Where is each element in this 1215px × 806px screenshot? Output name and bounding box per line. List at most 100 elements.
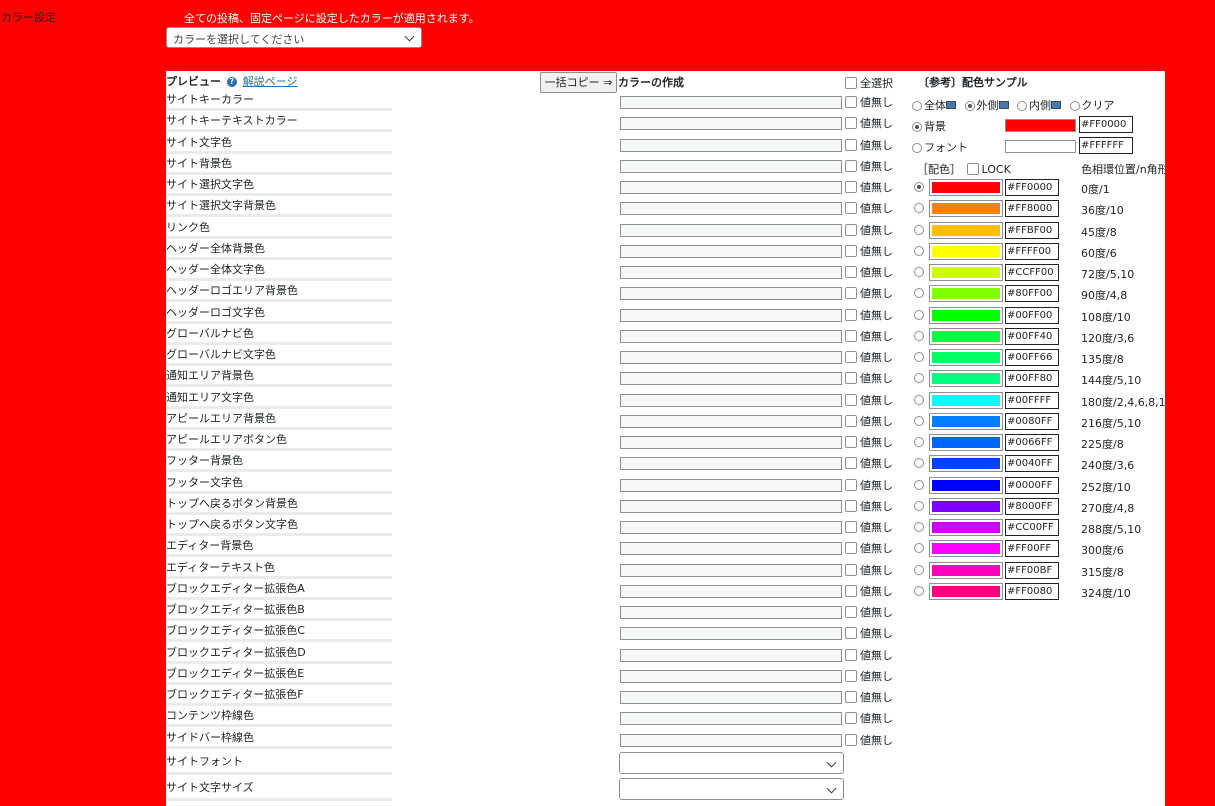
- palette-color-swatch[interactable]: [929, 264, 1003, 281]
- no-value-checkbox[interactable]: 値無し: [845, 414, 893, 428]
- palette-hex-input[interactable]: #FF0080: [1005, 582, 1059, 600]
- palette-color-swatch[interactable]: [929, 391, 1003, 409]
- palette-radio[interactable]: [914, 330, 924, 341]
- lock-checkbox[interactable]: LOCK: [966, 163, 1011, 176]
- background-hex-input[interactable]: #FF0000: [1079, 116, 1133, 133]
- palette-hex-input[interactable]: #0000FF: [1005, 476, 1059, 494]
- palette-radio[interactable]: [914, 585, 924, 596]
- no-value-checkbox[interactable]: 値無し: [845, 457, 893, 470]
- color-input[interactable]: [620, 329, 842, 343]
- palette-radio[interactable]: [914, 394, 924, 405]
- palette-hex-input[interactable]: #0080FF: [1005, 412, 1059, 430]
- no-value-checkbox[interactable]: 値無し: [845, 351, 893, 364]
- scope-inner-radio[interactable]: 内側: [1017, 99, 1063, 112]
- color-input[interactable]: [620, 648, 842, 662]
- color-input[interactable]: [620, 96, 842, 109]
- color-input[interactable]: [620, 691, 842, 704]
- palette-color-swatch[interactable]: [929, 179, 1003, 196]
- color-input[interactable]: [620, 244, 842, 258]
- palette-radio[interactable]: [914, 437, 924, 447]
- color-input[interactable]: [620, 181, 842, 194]
- palette-color-swatch[interactable]: [929, 285, 1003, 303]
- palette-color-swatch[interactable]: [929, 434, 1003, 451]
- color-input[interactable]: [620, 287, 842, 301]
- palette-radio[interactable]: [914, 352, 924, 362]
- palette-radio[interactable]: [914, 543, 924, 554]
- bulk-copy-button[interactable]: 一括コピー ⇒: [540, 72, 617, 93]
- palette-hex-input[interactable]: #00FF80: [1005, 370, 1059, 388]
- no-value-checkbox[interactable]: 値無し: [845, 691, 893, 704]
- palette-hex-input[interactable]: #CC00FF: [1005, 519, 1059, 536]
- color-input[interactable]: [620, 499, 842, 513]
- no-value-checkbox[interactable]: 値無し: [845, 244, 893, 258]
- palette-radio[interactable]: [914, 267, 924, 277]
- color-input[interactable]: [620, 584, 842, 598]
- palette-hex-input[interactable]: #00FF40: [1005, 327, 1059, 345]
- no-value-checkbox[interactable]: 値無し: [845, 584, 893, 598]
- palette-color-swatch[interactable]: [929, 476, 1003, 494]
- color-input[interactable]: [620, 372, 842, 386]
- palette-radio[interactable]: [914, 309, 924, 320]
- no-value-checkbox[interactable]: 値無し: [845, 627, 893, 640]
- scope-clear-radio[interactable]: クリア: [1069, 99, 1115, 112]
- color-input[interactable]: [620, 606, 842, 619]
- no-value-checkbox[interactable]: 値無し: [845, 499, 893, 513]
- palette-hex-input[interactable]: #0040FF: [1005, 455, 1059, 473]
- palette-color-swatch[interactable]: [929, 327, 1003, 345]
- scope-all-radio[interactable]: 全体: [912, 99, 958, 112]
- font-radio[interactable]: フォント: [912, 139, 968, 155]
- select-all-checkbox[interactable]: 全選択: [845, 75, 893, 91]
- no-value-checkbox[interactable]: 値無し: [845, 478, 893, 492]
- palette-radio[interactable]: [914, 224, 924, 235]
- no-value-checkbox[interactable]: 値無し: [845, 266, 893, 279]
- scope-outer-radio[interactable]: 外側: [964, 99, 1011, 112]
- color-input[interactable]: [620, 627, 842, 641]
- color-input[interactable]: [620, 521, 842, 534]
- color-input[interactable]: [620, 457, 842, 471]
- no-value-checkbox[interactable]: 値無し: [845, 329, 893, 343]
- no-value-checkbox[interactable]: 値無し: [845, 202, 893, 215]
- background-color-swatch[interactable]: [1005, 119, 1076, 132]
- palette-hex-input[interactable]: #00FF00: [1005, 306, 1059, 324]
- palette-radio[interactable]: [914, 245, 924, 256]
- palette-color-swatch[interactable]: [929, 412, 1003, 430]
- site-font-select[interactable]: [619, 752, 844, 774]
- color-input[interactable]: [620, 223, 842, 237]
- palette-radio[interactable]: [914, 373, 924, 384]
- palette-hex-input[interactable]: #FFBF00: [1005, 221, 1059, 239]
- no-value-checkbox[interactable]: 値無し: [845, 393, 893, 407]
- palette-hex-input[interactable]: #FF0000: [1005, 179, 1059, 196]
- palette-hex-input[interactable]: #0066FF: [1005, 434, 1059, 451]
- help-page-link[interactable]: 解説ページ: [243, 75, 298, 88]
- palette-hex-input[interactable]: #00FFFF: [1005, 391, 1059, 409]
- palette-radio[interactable]: [914, 415, 924, 426]
- color-scheme-select[interactable]: カラーを選択してください: [166, 27, 422, 48]
- palette-hex-input[interactable]: #80FF00: [1005, 285, 1059, 303]
- color-input[interactable]: [620, 308, 842, 322]
- palette-color-swatch[interactable]: [929, 200, 1003, 218]
- palette-color-swatch[interactable]: [929, 455, 1003, 473]
- color-input[interactable]: [620, 117, 842, 131]
- palette-color-swatch[interactable]: [929, 582, 1003, 600]
- no-value-checkbox[interactable]: 値無し: [845, 733, 893, 747]
- palette-color-swatch[interactable]: [929, 519, 1003, 536]
- color-input[interactable]: [620, 436, 842, 449]
- no-value-checkbox[interactable]: 値無し: [845, 648, 893, 662]
- color-input[interactable]: [620, 733, 842, 747]
- no-value-checkbox[interactable]: 値無し: [845, 308, 893, 322]
- palette-radio[interactable]: [914, 182, 924, 192]
- color-input[interactable]: [620, 138, 842, 152]
- no-value-checkbox[interactable]: 値無し: [845, 117, 893, 130]
- no-value-checkbox[interactable]: 値無し: [845, 436, 893, 449]
- palette-radio[interactable]: [914, 203, 924, 214]
- font-hex-input[interactable]: #FFFFFF: [1079, 137, 1133, 154]
- no-value-checkbox[interactable]: 値無し: [845, 542, 893, 555]
- no-value-checkbox[interactable]: 値無し: [845, 669, 893, 683]
- palette-hex-input[interactable]: #CCFF00: [1005, 264, 1059, 281]
- palette-color-swatch[interactable]: [929, 540, 1003, 558]
- palette-hex-input[interactable]: #FF00FF: [1005, 540, 1059, 558]
- color-input[interactable]: [620, 712, 842, 726]
- color-input[interactable]: [620, 266, 842, 279]
- site-font-size-select[interactable]: [619, 778, 844, 800]
- color-input[interactable]: [620, 542, 842, 556]
